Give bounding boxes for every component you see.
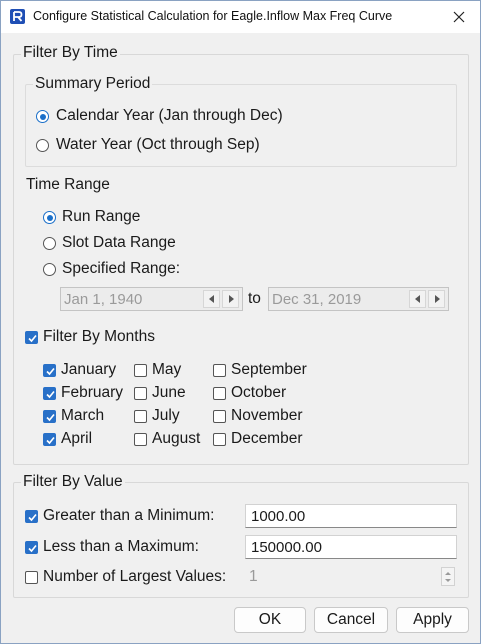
to-label: to [248,290,261,307]
month-december-checkbox[interactable] [213,433,226,446]
month-january-checkbox[interactable] [43,364,56,377]
month-august-label[interactable]: August [152,430,200,448]
time-range-title: Time Range [26,176,110,193]
checkmark-icon [28,334,37,343]
title-bar[interactable]: Configure Statistical Calculation for Ea… [1,1,480,33]
water-year-radio[interactable] [36,139,49,152]
checkmark-icon [46,436,55,445]
end-date-field[interactable]: Dec 31, 2019 [268,287,449,311]
maximum-value: 150000.00 [251,539,322,556]
less-than-max-checkbox[interactable] [25,541,38,554]
month-september-label[interactable]: September [231,361,307,379]
month-march-checkbox[interactable] [43,410,56,423]
calendar-year-label[interactable]: Calendar Year (Jan through Dec) [56,107,283,125]
filter-by-value-title: Filter By Value [21,473,125,491]
month-august-checkbox[interactable] [134,433,147,446]
month-february-checkbox[interactable] [43,387,56,400]
checkmark-icon [46,413,55,422]
maximum-value-input[interactable]: 150000.00 [245,535,457,559]
caret-left-icon [208,295,214,303]
start-date-spinner[interactable] [203,290,241,308]
month-december-label[interactable]: December [231,430,303,448]
slot-data-range-label[interactable]: Slot Data Range [62,234,176,252]
month-may-label[interactable]: May [152,361,181,379]
apply-button[interactable]: Apply [396,607,469,633]
specified-range-radio[interactable] [43,263,56,276]
filter-by-months-label[interactable]: Filter By Months [43,328,155,346]
specified-range-label[interactable]: Specified Range: [62,260,180,278]
month-june-checkbox[interactable] [134,387,147,400]
app-icon [10,9,25,24]
summary-period-group [25,84,457,167]
largest-values-label[interactable]: Number of Largest Values: [43,568,226,586]
month-november-checkbox[interactable] [213,410,226,423]
month-february-label[interactable]: February [61,384,123,402]
ok-button[interactable]: OK [234,607,306,633]
caret-left-icon [414,295,420,303]
checkmark-icon [46,367,55,376]
checkmark-icon [28,544,37,553]
close-icon [453,11,465,23]
largest-values-checkbox[interactable] [25,571,38,584]
water-year-label[interactable]: Water Year (Oct through Sep) [56,136,260,154]
month-october-label[interactable]: October [231,384,286,402]
caret-right-icon [434,295,440,303]
stepper-down-icon [445,579,451,582]
filter-by-time-title: Filter By Time [21,44,120,62]
month-april-checkbox[interactable] [43,433,56,446]
close-button[interactable] [446,6,472,28]
largest-values-value: 1 [249,568,258,585]
month-october-checkbox[interactable] [213,387,226,400]
month-june-label[interactable]: June [152,384,186,402]
greater-than-min-label[interactable]: Greater than a Minimum: [43,507,214,525]
caret-right-icon [228,295,234,303]
start-date-prev-button[interactable] [203,290,220,308]
run-range-label[interactable]: Run Range [62,208,140,226]
start-date-value: Jan 1, 1940 [64,291,143,308]
stepper-up-icon [445,572,451,575]
end-date-value: Dec 31, 2019 [272,291,362,308]
month-april-label[interactable]: April [61,430,92,448]
cancel-button[interactable]: Cancel [314,607,388,633]
window-title: Configure Statistical Calculation for Ea… [33,9,393,23]
summary-period-title: Summary Period [33,75,153,93]
minimum-value: 1000.00 [251,508,306,525]
checkmark-icon [28,513,37,522]
filter-by-months-checkbox[interactable] [25,331,38,344]
checkmark-icon [46,390,55,399]
month-march-label[interactable]: March [61,407,104,425]
month-january-label[interactable]: January [61,361,116,379]
run-range-radio[interactable] [43,211,56,224]
month-july-checkbox[interactable] [134,410,147,423]
month-july-label[interactable]: July [152,407,180,425]
month-november-label[interactable]: November [231,407,303,425]
calendar-year-radio[interactable] [36,110,49,123]
start-date-next-button[interactable] [222,290,239,308]
end-date-prev-button[interactable] [409,290,426,308]
largest-values-stepper[interactable] [441,567,455,586]
month-september-checkbox[interactable] [213,364,226,377]
slot-data-range-radio[interactable] [43,237,56,250]
month-may-checkbox[interactable] [134,364,147,377]
minimum-value-input[interactable]: 1000.00 [245,504,457,528]
largest-values-spinner[interactable]: 1 [245,565,457,589]
end-date-spinner[interactable] [409,290,447,308]
greater-than-min-checkbox[interactable] [25,510,38,523]
start-date-field[interactable]: Jan 1, 1940 [60,287,243,311]
less-than-max-label[interactable]: Less than a Maximum: [43,538,199,556]
dialog-window: Configure Statistical Calculation for Ea… [0,0,481,644]
end-date-next-button[interactable] [428,290,445,308]
